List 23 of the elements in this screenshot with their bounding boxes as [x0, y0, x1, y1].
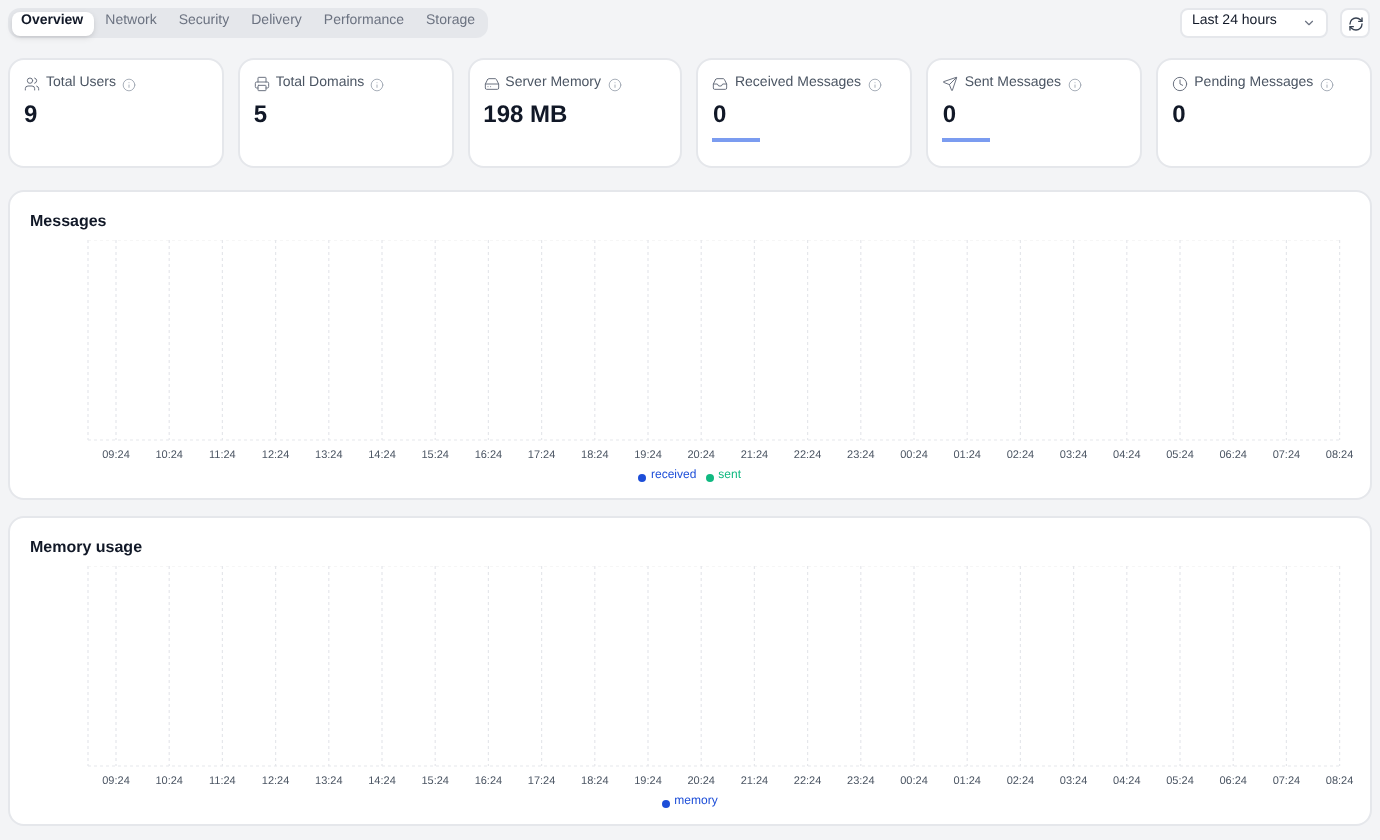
info-icon	[607, 77, 621, 92]
stat-value: 0	[942, 97, 958, 129]
refresh-icon	[1347, 15, 1363, 31]
info-icon	[1319, 77, 1334, 92]
info-icon	[867, 77, 882, 92]
stat-value: 198 MB	[483, 97, 570, 129]
info-icon	[1067, 77, 1082, 92]
users-icon	[24, 76, 40, 93]
printer-icon	[253, 76, 270, 93]
info-icon	[370, 77, 385, 92]
panel-title: Memory usage	[30, 538, 145, 558]
inbox-icon	[712, 76, 729, 93]
info-icon	[122, 77, 137, 92]
stat-value: 9	[24, 97, 40, 129]
clock-icon	[1172, 76, 1189, 93]
stat-value: 5	[253, 97, 270, 129]
panel-title: Messages	[30, 212, 109, 232]
send-icon	[942, 76, 959, 93]
server-icon	[483, 76, 500, 93]
stat-value: 0	[712, 97, 729, 129]
refresh-button[interactable]	[1340, 8, 1370, 38]
chevron-down-icon	[1302, 16, 1316, 30]
stat-value: 0	[1172, 97, 1188, 129]
